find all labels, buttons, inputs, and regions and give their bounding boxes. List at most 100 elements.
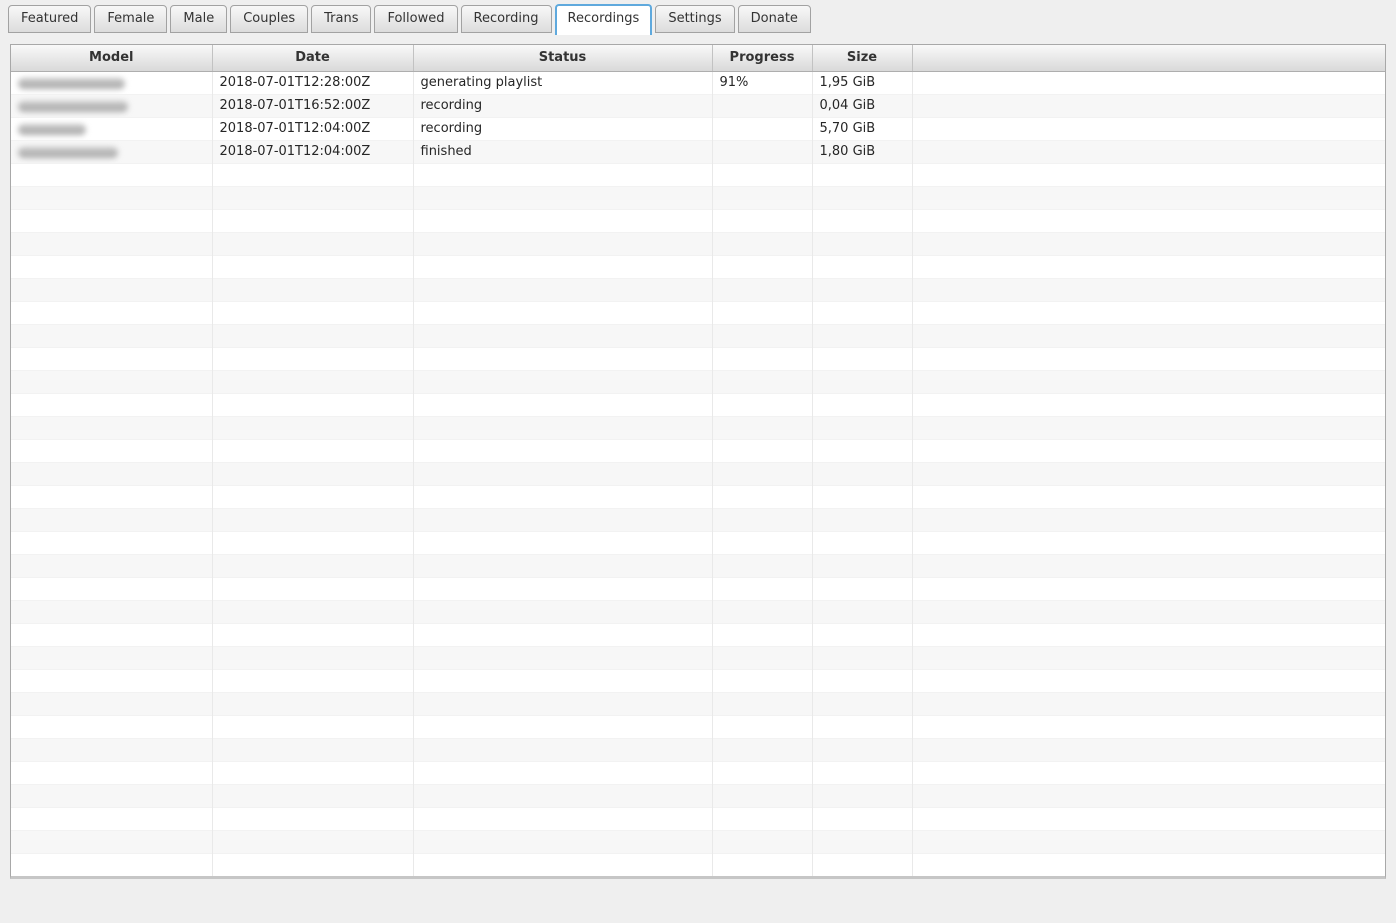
empty-cell	[11, 646, 212, 669]
empty-row	[11, 669, 1385, 692]
empty-cell	[712, 278, 812, 301]
empty-row	[11, 623, 1385, 646]
col-header-size[interactable]: Size	[812, 45, 912, 71]
col-header-status[interactable]: Status	[413, 45, 712, 71]
table-row[interactable]: 2018-07-01T12:04:00Z recording 5,70 GiB	[11, 117, 1385, 140]
progress-cell	[712, 94, 812, 117]
empty-cell	[11, 761, 212, 784]
redacted-model-name	[18, 124, 86, 135]
date-cell: 2018-07-01T12:04:00Z	[212, 140, 413, 163]
empty-cell	[912, 531, 1385, 554]
status-cell: generating playlist	[413, 71, 712, 94]
empty-cell	[712, 508, 812, 531]
tab-trans[interactable]: Trans	[311, 5, 371, 33]
empty-cell	[712, 416, 812, 439]
empty-cell	[712, 301, 812, 324]
empty-cell	[413, 784, 712, 807]
empty-cell	[912, 807, 1385, 830]
empty-cell	[912, 692, 1385, 715]
empty-cell	[212, 784, 413, 807]
empty-row	[11, 761, 1385, 784]
empty-cell	[812, 807, 912, 830]
empty-cell	[413, 600, 712, 623]
empty-cell	[11, 439, 212, 462]
empty-cell	[812, 692, 912, 715]
tab-donate[interactable]: Donate	[738, 5, 811, 33]
empty-cell	[912, 738, 1385, 761]
empty-cell	[812, 485, 912, 508]
empty-cell	[212, 669, 413, 692]
empty-row	[11, 439, 1385, 462]
empty-cell	[912, 623, 1385, 646]
empty-cell	[712, 807, 812, 830]
empty-cell	[812, 324, 912, 347]
empty-cell	[912, 416, 1385, 439]
empty-cell	[912, 577, 1385, 600]
empty-cell	[912, 784, 1385, 807]
empty-cell	[812, 393, 912, 416]
tab-recordings[interactable]: Recordings	[555, 4, 653, 35]
recordings-table: Model Date Status Progress Size 2018-07-…	[10, 44, 1386, 879]
empty-cell	[11, 853, 212, 876]
empty-cell	[413, 646, 712, 669]
empty-cell	[11, 416, 212, 439]
tab-couples[interactable]: Couples	[230, 5, 308, 33]
empty-cell	[812, 278, 912, 301]
table-row[interactable]: 2018-07-01T12:28:00Z generating playlist…	[11, 71, 1385, 94]
empty-cell	[812, 462, 912, 485]
progress-cell: 91%	[712, 71, 812, 94]
empty-cell	[212, 715, 413, 738]
empty-cell	[212, 232, 413, 255]
empty-cell	[812, 646, 912, 669]
empty-cell	[812, 784, 912, 807]
tab-female[interactable]: Female	[94, 5, 167, 33]
empty-row	[11, 577, 1385, 600]
empty-cell	[712, 255, 812, 278]
empty-cell	[912, 163, 1385, 186]
empty-cell	[413, 186, 712, 209]
empty-cell	[413, 439, 712, 462]
empty-row	[11, 554, 1385, 577]
empty-row	[11, 186, 1385, 209]
empty-cell	[812, 370, 912, 393]
tab-settings[interactable]: Settings	[655, 5, 734, 33]
empty-cell	[11, 485, 212, 508]
empty-cell	[712, 761, 812, 784]
empty-cell	[212, 278, 413, 301]
empty-cell	[413, 623, 712, 646]
empty-cell	[812, 347, 912, 370]
col-header-date[interactable]: Date	[212, 45, 413, 71]
empty-cell	[212, 209, 413, 232]
tab-recording[interactable]: Recording	[461, 5, 552, 33]
empty-cell	[11, 370, 212, 393]
tab-followed[interactable]: Followed	[374, 5, 457, 33]
table-row[interactable]: 2018-07-01T16:52:00Z recording 0,04 GiB	[11, 94, 1385, 117]
tab-featured[interactable]: Featured	[8, 5, 91, 33]
empty-cell	[812, 255, 912, 278]
col-header-progress[interactable]: Progress	[712, 45, 812, 71]
empty-cell	[812, 416, 912, 439]
empty-cell	[11, 347, 212, 370]
date-cell: 2018-07-01T12:28:00Z	[212, 71, 413, 94]
col-header-model[interactable]: Model	[11, 45, 212, 71]
empty-cell	[912, 347, 1385, 370]
empty-cell	[912, 669, 1385, 692]
empty-cell	[712, 738, 812, 761]
empty-cell	[712, 669, 812, 692]
empty-cell	[11, 232, 212, 255]
empty-cell	[413, 255, 712, 278]
empty-row	[11, 163, 1385, 186]
empty-cell	[413, 301, 712, 324]
filler-cell	[912, 94, 1385, 117]
empty-cell	[413, 416, 712, 439]
empty-cell	[413, 508, 712, 531]
empty-cell	[11, 462, 212, 485]
model-cell	[11, 94, 212, 117]
empty-cell	[212, 462, 413, 485]
table-row[interactable]: 2018-07-01T12:04:00Z finished 1,80 GiB	[11, 140, 1385, 163]
empty-cell	[812, 577, 912, 600]
tab-male[interactable]: Male	[170, 5, 227, 33]
empty-cell	[212, 186, 413, 209]
empty-row	[11, 830, 1385, 853]
empty-cell	[212, 324, 413, 347]
